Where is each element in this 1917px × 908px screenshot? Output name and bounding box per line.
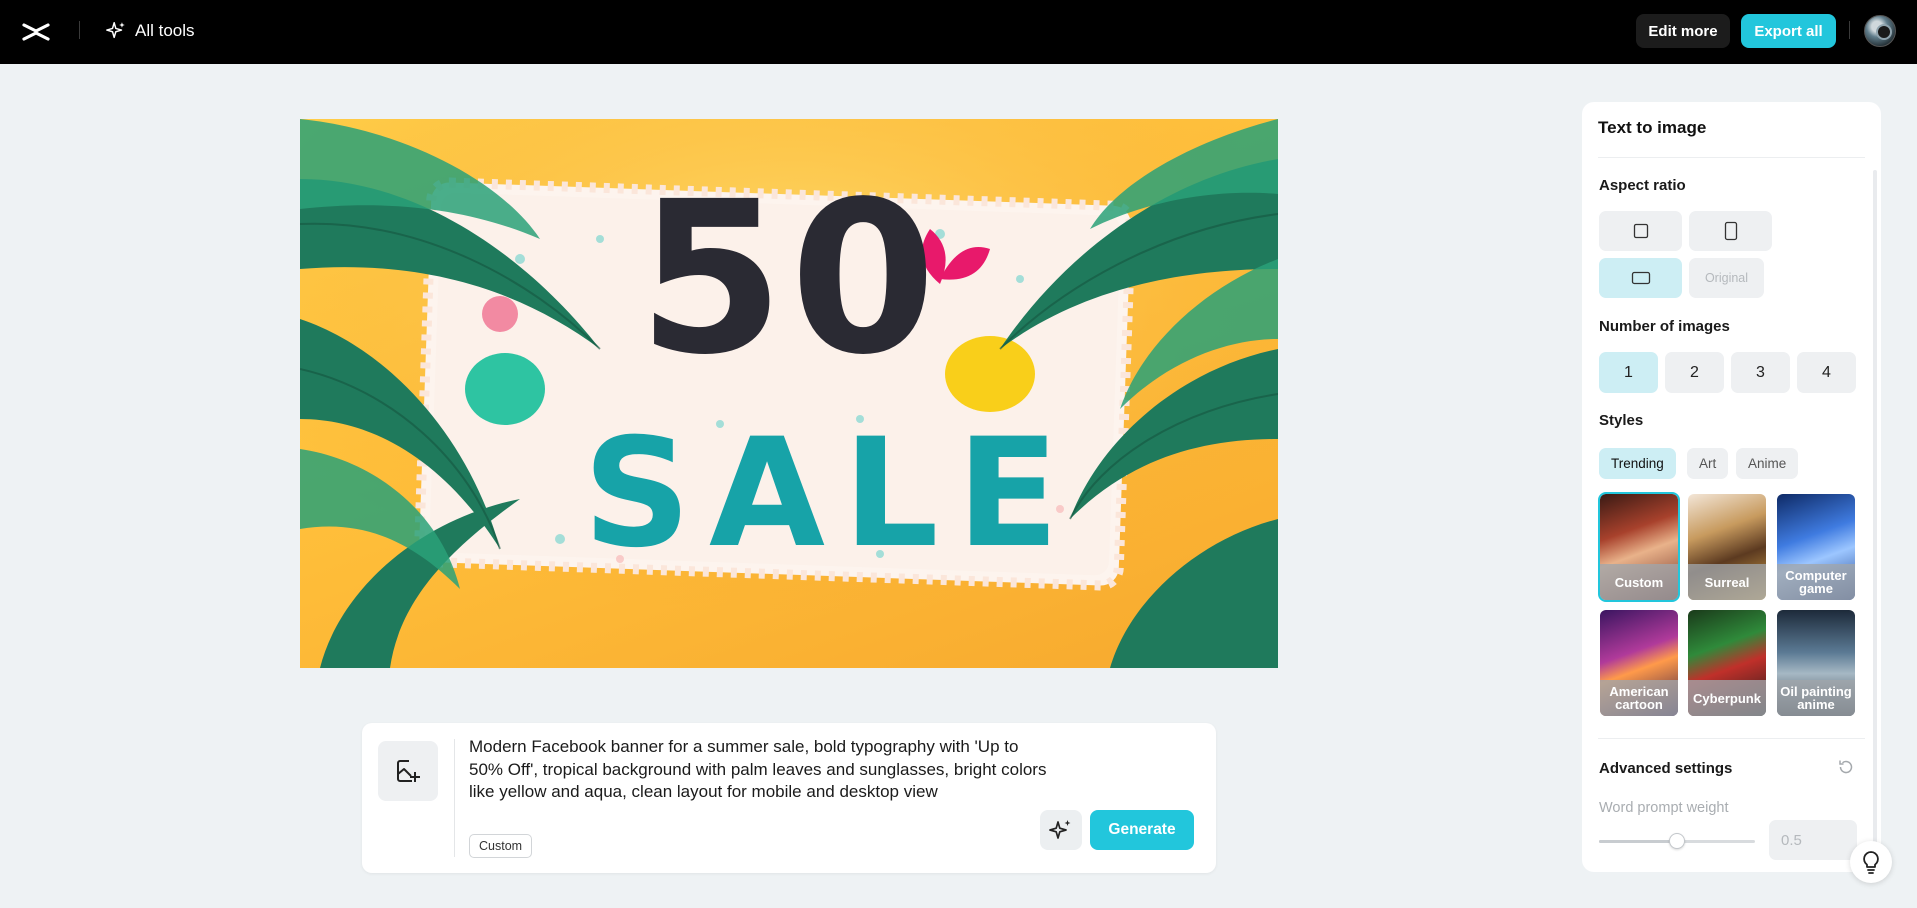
magic-sparkle-icon	[1049, 820, 1071, 839]
topbar-divider	[1849, 21, 1850, 39]
style-card-surreal[interactable]: Surreal	[1688, 494, 1766, 600]
lightbulb-icon	[1863, 851, 1879, 874]
portrait-ratio-icon	[1724, 221, 1737, 241]
ratio-portrait-button[interactable]	[1689, 211, 1772, 251]
export-all-button[interactable]: Export all	[1741, 14, 1836, 48]
number-of-images-label: Number of images	[1599, 318, 1730, 335]
style-card-american-cartoon[interactable]: American cartoon	[1600, 610, 1678, 716]
aspect-ratio-label: Aspect ratio	[1599, 177, 1686, 194]
ratio-original-button[interactable]: Original	[1689, 258, 1764, 298]
reset-icon[interactable]	[1837, 758, 1855, 776]
tab-anime[interactable]: Anime	[1736, 448, 1799, 479]
style-card-label: Custom	[1600, 564, 1678, 600]
style-card-computer-game[interactable]: Computer game	[1777, 494, 1855, 600]
style-card-label: Computer game	[1777, 564, 1855, 600]
ratio-square-button[interactable]	[1599, 211, 1682, 251]
advanced-divider	[1598, 738, 1865, 739]
style-card-label: Surreal	[1688, 564, 1766, 600]
slider-thumb[interactable]	[1669, 833, 1685, 849]
style-card-label: Cyberpunk	[1688, 680, 1766, 716]
advanced-settings-label[interactable]: Advanced settings	[1599, 760, 1732, 777]
generated-image[interactable]: 50 SALE	[300, 119, 1278, 668]
tab-trending[interactable]: Trending	[1599, 448, 1676, 479]
selected-style-chip[interactable]: Custom	[469, 834, 533, 858]
prompt-divider	[454, 739, 455, 857]
enhance-prompt-button[interactable]	[1040, 810, 1082, 850]
number-option-1[interactable]: 1	[1599, 352, 1658, 393]
style-card-label: Oil painting anime	[1777, 680, 1855, 716]
number-option-2[interactable]: 2	[1665, 352, 1724, 393]
edit-more-button[interactable]: Edit more	[1636, 14, 1730, 48]
number-option-4[interactable]: 4	[1797, 352, 1856, 393]
sparkle-icon	[106, 22, 125, 39]
panel-title: Text to image	[1598, 118, 1707, 137]
all-tools-label: All tools	[135, 21, 195, 40]
topbar-divider	[79, 21, 80, 39]
image-headline: 50	[637, 156, 943, 401]
style-card-label: American cartoon	[1600, 680, 1678, 716]
word-prompt-weight-input[interactable]	[1769, 820, 1857, 860]
style-card-oil-painting-anime[interactable]: Oil painting anime	[1777, 610, 1855, 716]
image-subline: SALE	[582, 407, 1078, 581]
top-bar: All tools Edit more Export all	[0, 0, 1917, 64]
prompt-card: Modern Facebook banner for a summer sale…	[362, 723, 1216, 873]
style-card-custom[interactable]: Custom	[1598, 492, 1680, 602]
tab-art[interactable]: Art	[1687, 448, 1729, 479]
word-prompt-weight-label: Word prompt weight	[1599, 800, 1729, 816]
text-to-image-panel: Text to image Aspect ratio Original Numb…	[1582, 102, 1881, 872]
upload-reference-image-button[interactable]	[378, 741, 438, 801]
square-ratio-icon	[1633, 223, 1648, 239]
panel-divider	[1598, 157, 1865, 158]
style-card-cyberpunk[interactable]: Cyberpunk	[1688, 610, 1766, 716]
panel-scrollbar[interactable]	[1873, 170, 1877, 860]
image-add-icon	[397, 760, 420, 782]
landscape-ratio-icon	[1631, 271, 1650, 285]
number-option-3[interactable]: 3	[1731, 352, 1790, 393]
slider-fill	[1599, 840, 1677, 843]
help-button[interactable]	[1850, 841, 1892, 883]
generate-button[interactable]: Generate	[1090, 810, 1194, 850]
styles-label: Styles	[1599, 412, 1644, 429]
capcut-logo[interactable]	[20, 16, 52, 48]
ratio-landscape-button[interactable]	[1599, 258, 1682, 298]
user-avatar[interactable]	[1864, 15, 1896, 47]
all-tools-button[interactable]: All tools	[105, 18, 195, 44]
prompt-textarea[interactable]: Modern Facebook banner for a summer sale…	[469, 736, 1049, 804]
